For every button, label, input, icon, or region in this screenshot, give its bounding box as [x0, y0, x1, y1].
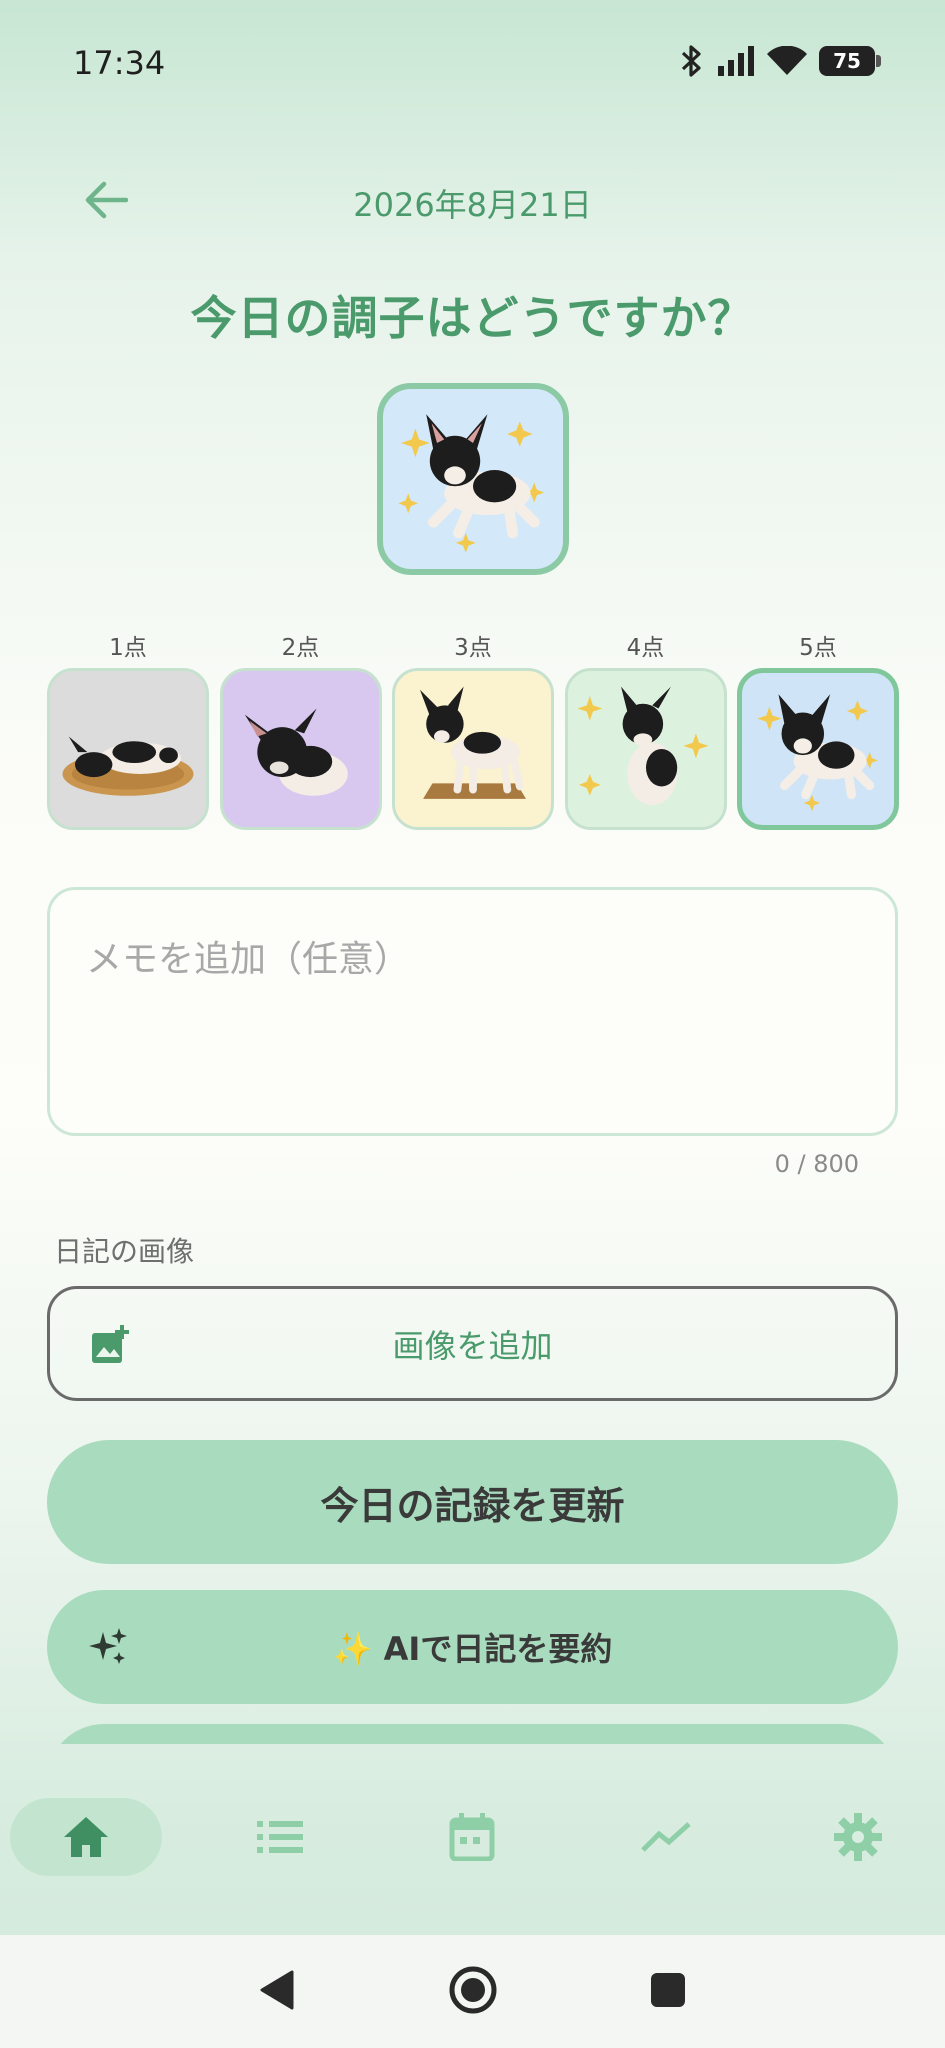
- score-label: 5点: [799, 635, 837, 661]
- add-photo-icon: [90, 1325, 130, 1369]
- dog-standing-illustration: [419, 686, 527, 799]
- images-section-label: 日記の画像: [54, 1235, 195, 1268]
- dog-sad-illustration: [244, 708, 348, 796]
- system-home-button[interactable]: [443, 1960, 503, 2020]
- calendar-icon: [449, 1813, 495, 1861]
- ai-summary-button[interactable]: ✨ AIで日記を要約: [47, 1590, 898, 1704]
- update-record-label: 今日の記録を更新: [320, 1483, 625, 1528]
- square-recents-icon: [651, 1973, 685, 2007]
- score-option-2[interactable]: 2点: [219, 628, 382, 830]
- add-image-button[interactable]: 画像を追加: [47, 1286, 898, 1401]
- system-recents-button[interactable]: [638, 1960, 698, 2020]
- list-icon: [257, 1821, 303, 1853]
- signal-icon: [718, 46, 754, 76]
- nav-chart[interactable]: [590, 1798, 742, 1876]
- char-counter: 0 / 800: [774, 1150, 859, 1178]
- partially-visible-button[interactable]: [47, 1724, 898, 1744]
- score-card-5[interactable]: [737, 668, 899, 830]
- bluetooth-icon: [681, 45, 701, 77]
- score-card-3[interactable]: [392, 668, 554, 830]
- triangle-back-icon: [260, 1970, 294, 2010]
- selected-mood-image: [377, 383, 569, 575]
- memo-field[interactable]: [47, 887, 898, 1136]
- circle-home-icon: [449, 1966, 497, 2014]
- score-label: 3点: [454, 635, 492, 661]
- score-card-2[interactable]: [219, 668, 382, 830]
- system-back-button[interactable]: [246, 1960, 306, 2020]
- status-icons: 75: [679, 44, 881, 78]
- score-option-1[interactable]: 1点: [47, 628, 209, 830]
- wifi-icon: [767, 46, 807, 75]
- nav-list[interactable]: [204, 1798, 356, 1876]
- nav-calendar[interactable]: [396, 1798, 548, 1876]
- score-card-4[interactable]: [564, 668, 727, 830]
- mood-question: 今日の調子はどうですか？: [190, 291, 755, 345]
- update-record-button[interactable]: 今日の記録を更新: [47, 1440, 898, 1564]
- memo-input[interactable]: [50, 890, 895, 1133]
- dog-jumping-illustration: [398, 414, 545, 553]
- dog-happy-illustration: [576, 686, 708, 806]
- home-icon: [64, 1817, 108, 1857]
- sparkle-icon: [87, 1626, 129, 1672]
- score-option-4[interactable]: 4点: [564, 628, 727, 830]
- ai-summary-label: ✨ AIで日記を要約: [332, 1630, 613, 1668]
- dog-jumping-illustration: [757, 694, 879, 812]
- score-option-3[interactable]: 3点: [392, 628, 554, 830]
- status-time: 17:34: [73, 44, 166, 82]
- nav-settings[interactable]: [782, 1798, 934, 1876]
- score-label: 4点: [626, 635, 665, 661]
- nav-home[interactable]: [10, 1798, 162, 1876]
- score-label: 2点: [281, 635, 320, 661]
- add-image-label: 画像を追加: [392, 1326, 553, 1365]
- dog-sleeping-illustration: [62, 736, 194, 796]
- gear-icon: [834, 1813, 882, 1861]
- battery-indicator: 75: [819, 46, 881, 76]
- score-options: 1点 2点 3点 4点 5点: [47, 628, 899, 830]
- score-card-1[interactable]: [47, 668, 209, 830]
- score-option-5[interactable]: 5点: [737, 628, 899, 830]
- date-title: 2026年8月21日: [353, 186, 592, 224]
- chart-icon: [641, 1822, 691, 1852]
- score-label: 1点: [109, 635, 147, 661]
